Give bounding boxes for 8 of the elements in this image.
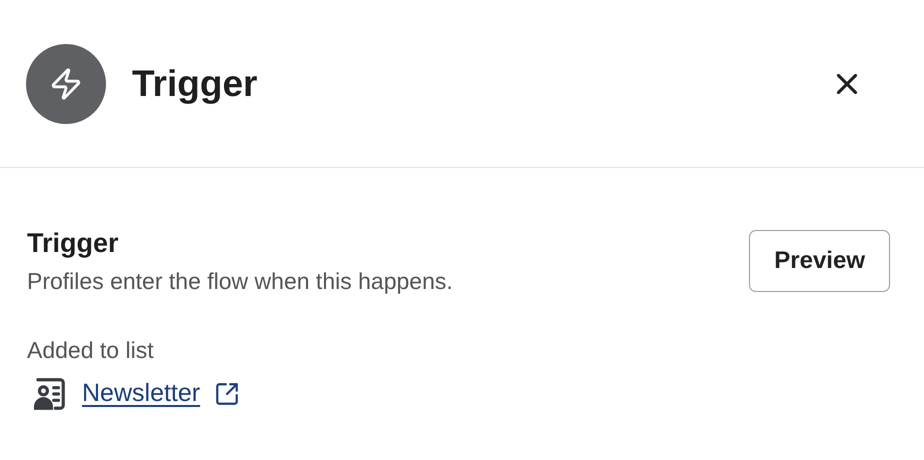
lightning-icon — [49, 66, 83, 100]
trigger-type-label: Added to list — [27, 336, 155, 364]
section-title: Trigger — [27, 227, 120, 260]
preview-button[interactable]: Preview — [749, 230, 890, 292]
panel-title: Trigger — [132, 62, 258, 106]
list-link[interactable]: Newsletter — [82, 375, 200, 413]
external-link-icon — [214, 381, 240, 407]
section-description: Profiles enter the flow when this happens. — [27, 267, 453, 296]
